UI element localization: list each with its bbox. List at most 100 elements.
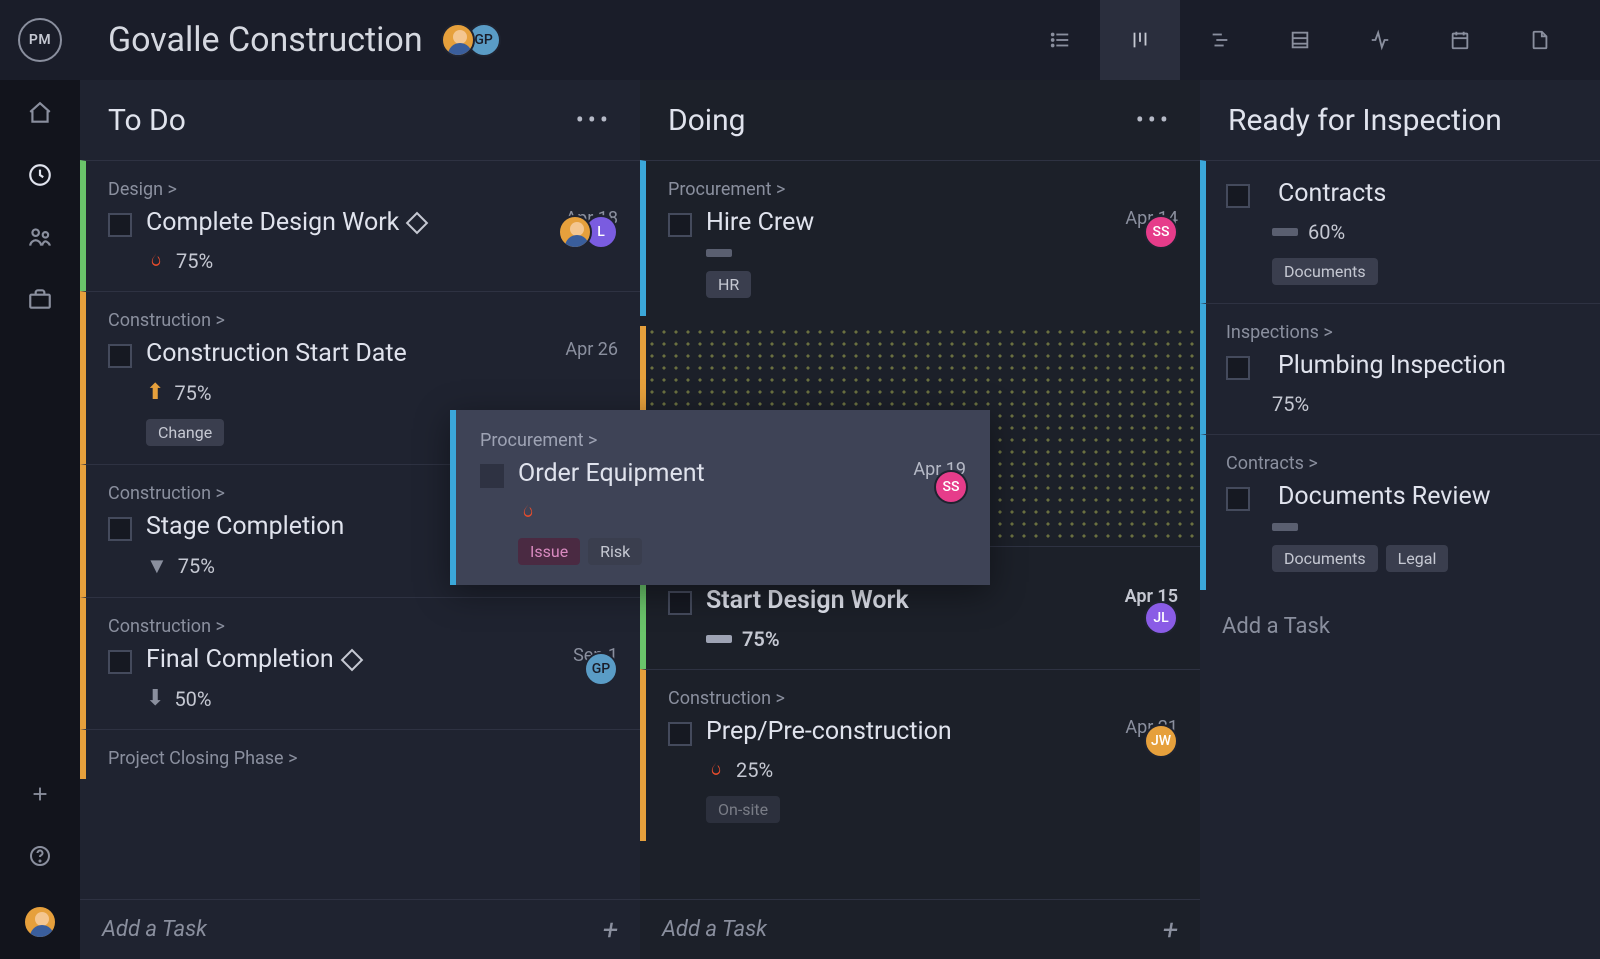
flame-icon [706,758,726,782]
milestone-icon [340,648,363,671]
task-checkbox[interactable] [668,722,692,746]
plus-icon: + [1163,913,1178,946]
card-breadcrumb[interactable]: Construction > [108,616,618,637]
tag[interactable]: Risk [588,538,642,565]
task-checkbox[interactable] [108,213,132,237]
task-card[interactable]: Contracts > Documents Review Documents Le… [1200,434,1600,590]
briefcase-icon[interactable] [27,286,53,312]
card-breadcrumb[interactable]: Contracts > [1226,453,1580,474]
dash-icon [706,635,732,643]
column-title: To Do [108,103,186,138]
view-table-button[interactable] [1260,0,1340,80]
milestone-icon [406,211,429,234]
view-board-button[interactable] [1100,0,1180,80]
add-task-button[interactable]: Add a Task+ [80,899,640,959]
card-title: Prep/Pre-construction [706,717,952,746]
help-icon[interactable] [27,843,53,869]
column-ready: Ready for Inspection Contracts 60% Docum… [1200,80,1600,959]
task-card[interactable]: Inspections > Plumbing Inspection 75% [1200,303,1600,434]
flame-icon [518,500,538,524]
view-activity-button[interactable] [1340,0,1420,80]
task-checkbox[interactable] [108,344,132,368]
tag[interactable]: HR [706,271,751,298]
card-title: Plumbing Inspection [1278,351,1506,380]
dragging-card[interactable]: Procurement > Order Equipment Apr 19 Iss… [450,410,990,585]
task-card[interactable]: Procurement > Hire Crew Apr 14 HR SS [640,160,1200,316]
card-date: Apr 26 [553,339,618,360]
card-breadcrumb[interactable]: Project Closing Phase > [108,748,618,769]
plus-icon: + [603,913,618,946]
task-card[interactable]: Contracts 60% Documents [1200,160,1600,303]
task-card[interactable]: Design > Complete Design Work Apr 18 75%… [80,160,640,291]
avatar[interactable]: GP [584,652,618,686]
task-checkbox[interactable] [480,464,504,488]
recent-icon[interactable] [27,162,53,188]
project-title: Govalle Construction [80,20,433,60]
side-rail [0,80,80,959]
card-meta: 75% [146,249,618,273]
dash-icon [1272,228,1298,236]
project-avatars[interactable]: GP [449,23,501,57]
card-title: Documents Review [1278,482,1491,511]
tag[interactable]: Documents [1272,258,1378,285]
dash-icon [1272,523,1298,531]
avatar[interactable]: JW [1144,724,1178,758]
task-card[interactable]: Construction > Final Completion Sep 1 ⬇5… [80,597,640,729]
arrow-up-icon: ⬆ [146,380,164,405]
arrow-down-icon: ⬇ [146,686,164,711]
card-title: Contracts [1278,179,1386,208]
add-task-button[interactable]: Add a Task+ [640,899,1200,959]
avatar[interactable]: SS [1144,215,1178,249]
avatar[interactable]: SS [934,470,968,504]
view-list-button[interactable] [1020,0,1100,80]
card-breadcrumb[interactable]: Procurement > [480,430,966,451]
view-switcher [1020,0,1580,80]
card-breadcrumb[interactable]: Design > [108,179,618,200]
plus-icon[interactable] [27,781,53,807]
card-title: Final Completion [146,645,360,674]
people-icon[interactable] [27,224,53,250]
tag[interactable]: Legal [1386,545,1449,572]
task-checkbox[interactable] [1226,487,1250,511]
dash-icon [706,249,732,257]
avatar[interactable]: JL [1144,601,1178,635]
task-checkbox[interactable] [668,591,692,615]
column-menu-icon[interactable]: ••• [1136,106,1172,134]
tag[interactable]: Change [146,419,224,446]
logo-text: PM [18,18,62,62]
add-task-button[interactable]: Add a Task [1200,590,1600,663]
tag[interactable]: Documents [1272,545,1378,572]
view-gantt-button[interactable] [1180,0,1260,80]
task-checkbox[interactable] [108,650,132,674]
column-title: Doing [668,103,746,138]
card-title: Start Design Work [706,586,909,615]
card-avatars[interactable]: L [566,215,618,249]
task-checkbox[interactable] [1226,184,1250,208]
task-card[interactable]: Construction > Prep/Pre-construction Apr… [640,669,1200,841]
card-title: Stage Completion [146,512,344,541]
avatar[interactable] [441,23,475,57]
column-menu-icon[interactable]: ••• [576,106,612,134]
card-breadcrumb[interactable]: Construction > [668,688,1178,709]
logo[interactable]: PM [0,18,80,62]
card-title: Complete Design Work [146,208,425,237]
task-checkbox[interactable] [108,517,132,541]
tag[interactable]: On-site [706,796,780,823]
triangle-down-icon: ▼ [146,553,168,579]
card-breadcrumb[interactable]: Inspections > [1226,322,1580,343]
card-breadcrumb[interactable]: Construction > [108,310,618,331]
tag[interactable]: Issue [518,538,580,565]
column-title: Ready for Inspection [1228,103,1502,138]
task-checkbox[interactable] [1226,356,1250,380]
card-title: Construction Start Date [146,339,407,368]
view-file-button[interactable] [1500,0,1580,80]
view-calendar-button[interactable] [1420,0,1500,80]
task-card[interactable]: Project Closing Phase > [80,729,640,779]
flame-icon [146,249,166,273]
card-breadcrumb[interactable]: Procurement > [668,179,1178,200]
home-icon[interactable] [27,100,53,126]
user-avatar[interactable] [23,905,57,939]
card-title: Order Equipment [518,459,705,488]
card-title: Hire Crew [706,208,814,237]
task-checkbox[interactable] [668,213,692,237]
